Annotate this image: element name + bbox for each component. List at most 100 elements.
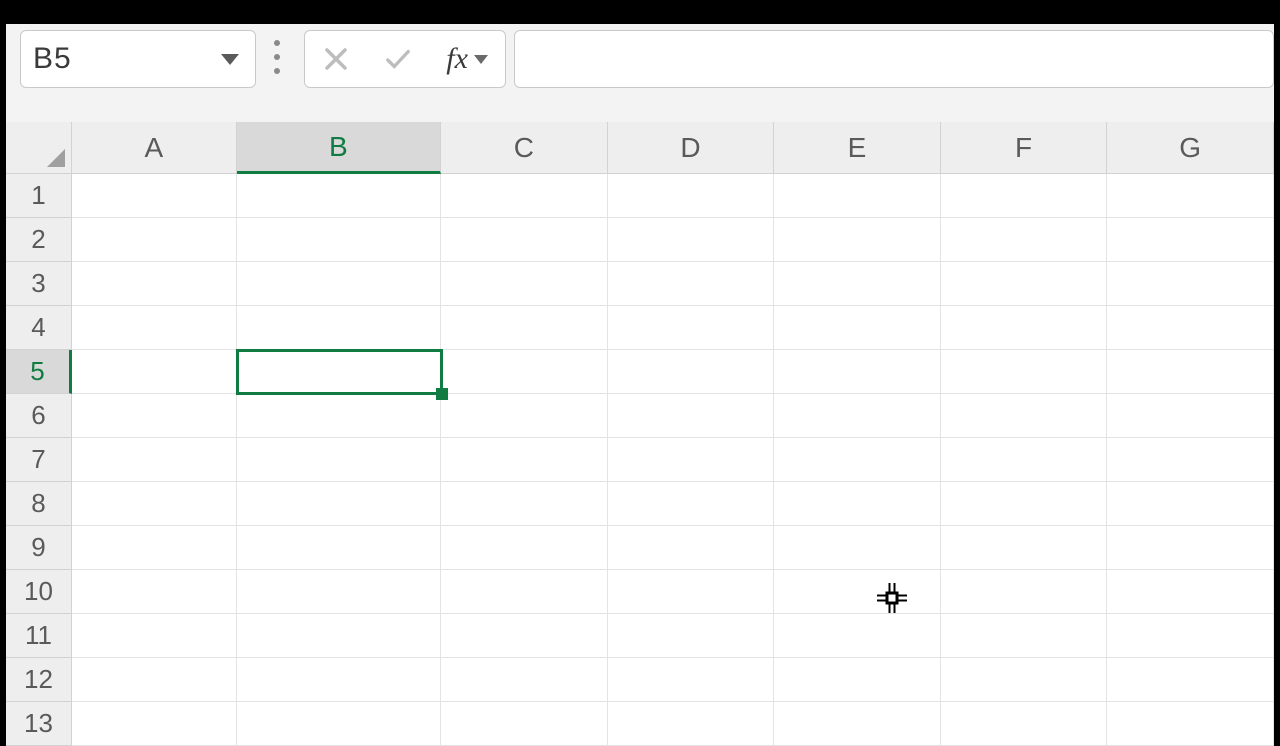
cell[interactable] <box>774 658 941 702</box>
cell[interactable] <box>441 306 608 350</box>
column-header-C[interactable]: C <box>441 122 608 174</box>
row-header-11[interactable]: 11 <box>6 614 72 658</box>
row-header-2[interactable]: 2 <box>6 218 72 262</box>
cell[interactable] <box>237 702 441 746</box>
cell[interactable] <box>441 526 608 570</box>
cell[interactable] <box>237 526 441 570</box>
cell[interactable] <box>941 306 1108 350</box>
cell[interactable] <box>608 218 775 262</box>
cell[interactable] <box>774 614 941 658</box>
row-header-3[interactable]: 3 <box>6 262 72 306</box>
cell[interactable] <box>72 614 237 658</box>
cell[interactable] <box>441 350 608 394</box>
cell[interactable] <box>941 658 1108 702</box>
row-header-4[interactable]: 4 <box>6 306 72 350</box>
cell[interactable] <box>237 262 441 306</box>
formula-input[interactable] <box>514 30 1274 88</box>
cell[interactable] <box>441 262 608 306</box>
row-header-12[interactable]: 12 <box>6 658 72 702</box>
cell[interactable] <box>941 702 1108 746</box>
cell[interactable] <box>608 614 775 658</box>
row-header-7[interactable]: 7 <box>6 438 72 482</box>
cell[interactable] <box>441 438 608 482</box>
cell[interactable] <box>941 394 1108 438</box>
cell[interactable] <box>237 394 441 438</box>
cell[interactable] <box>941 262 1108 306</box>
cell[interactable] <box>237 570 441 614</box>
cell[interactable] <box>1107 218 1274 262</box>
name-box[interactable]: B5 <box>20 30 256 88</box>
cell[interactable] <box>72 658 237 702</box>
cell[interactable] <box>608 306 775 350</box>
cell[interactable] <box>941 526 1108 570</box>
cell[interactable] <box>941 482 1108 526</box>
cell[interactable] <box>72 570 237 614</box>
cell[interactable] <box>72 702 237 746</box>
cell[interactable] <box>774 438 941 482</box>
cell[interactable] <box>774 350 941 394</box>
cell[interactable] <box>72 218 237 262</box>
cell[interactable] <box>72 350 237 394</box>
cell[interactable] <box>441 482 608 526</box>
row-header-8[interactable]: 8 <box>6 482 72 526</box>
cell[interactable] <box>774 526 941 570</box>
cell[interactable] <box>774 482 941 526</box>
cell[interactable] <box>774 570 941 614</box>
select-all-button[interactable] <box>6 122 72 174</box>
cell[interactable] <box>237 174 441 218</box>
cell[interactable] <box>774 218 941 262</box>
cell[interactable] <box>237 658 441 702</box>
cell[interactable] <box>72 394 237 438</box>
cell[interactable] <box>1107 350 1274 394</box>
cell[interactable] <box>237 482 441 526</box>
cell[interactable] <box>441 174 608 218</box>
cell[interactable] <box>608 350 775 394</box>
column-header-G[interactable]: G <box>1107 122 1274 174</box>
cell[interactable] <box>941 570 1108 614</box>
row-header-10[interactable]: 10 <box>6 570 72 614</box>
cell[interactable] <box>1107 526 1274 570</box>
cell[interactable] <box>608 438 775 482</box>
cell[interactable] <box>72 526 237 570</box>
cell[interactable] <box>1107 438 1274 482</box>
cell[interactable] <box>72 262 237 306</box>
cell[interactable] <box>1107 570 1274 614</box>
cell[interactable] <box>72 438 237 482</box>
column-header-B[interactable]: B <box>237 122 441 174</box>
cell[interactable] <box>608 702 775 746</box>
fill-handle[interactable] <box>436 388 448 400</box>
insert-function-button[interactable]: fx <box>446 42 488 76</box>
formula-bar-grip-icon[interactable] <box>274 40 280 74</box>
cell[interactable] <box>72 174 237 218</box>
column-header-F[interactable]: F <box>941 122 1108 174</box>
cell[interactable] <box>237 350 441 394</box>
row-header-13[interactable]: 13 <box>6 702 72 746</box>
cell[interactable] <box>441 614 608 658</box>
cell[interactable] <box>774 262 941 306</box>
cell[interactable] <box>608 482 775 526</box>
cell[interactable] <box>774 702 941 746</box>
cell[interactable] <box>608 262 775 306</box>
cell[interactable] <box>441 394 608 438</box>
cell[interactable] <box>1107 262 1274 306</box>
row-header-6[interactable]: 6 <box>6 394 72 438</box>
cell[interactable] <box>72 306 237 350</box>
cell[interactable] <box>941 218 1108 262</box>
cancel-icon[interactable] <box>322 45 350 73</box>
cell[interactable] <box>1107 482 1274 526</box>
cell[interactable] <box>774 394 941 438</box>
cell[interactable] <box>774 306 941 350</box>
cell[interactable] <box>608 174 775 218</box>
chevron-down-icon[interactable] <box>221 54 239 65</box>
cell[interactable] <box>1107 702 1274 746</box>
cell[interactable] <box>608 394 775 438</box>
cell[interactable] <box>774 174 941 218</box>
column-header-A[interactable]: A <box>72 122 237 174</box>
cell[interactable] <box>441 658 608 702</box>
cell[interactable] <box>608 658 775 702</box>
row-header-1[interactable]: 1 <box>6 174 72 218</box>
cell[interactable] <box>441 218 608 262</box>
column-header-D[interactable]: D <box>608 122 775 174</box>
cell[interactable] <box>237 218 441 262</box>
cell[interactable] <box>941 174 1108 218</box>
